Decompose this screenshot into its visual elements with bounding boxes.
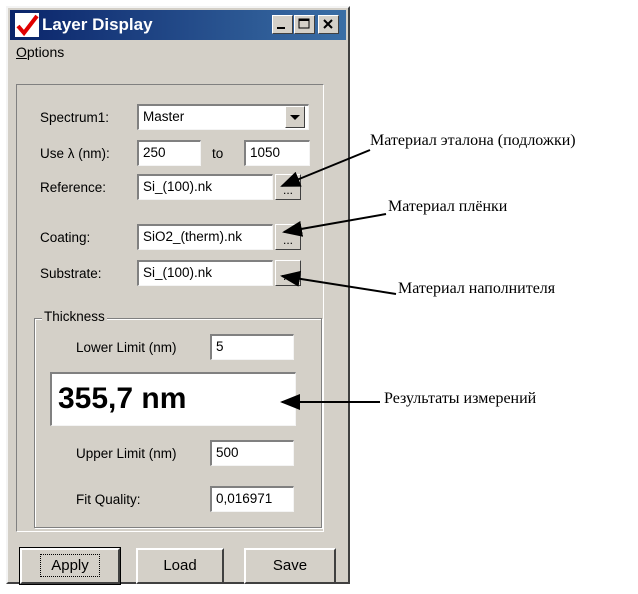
arrow-substrate (280, 270, 397, 295)
annotation-arrows (280, 149, 397, 410)
arrow-reference (280, 149, 371, 187)
arrow-coating (282, 213, 387, 237)
